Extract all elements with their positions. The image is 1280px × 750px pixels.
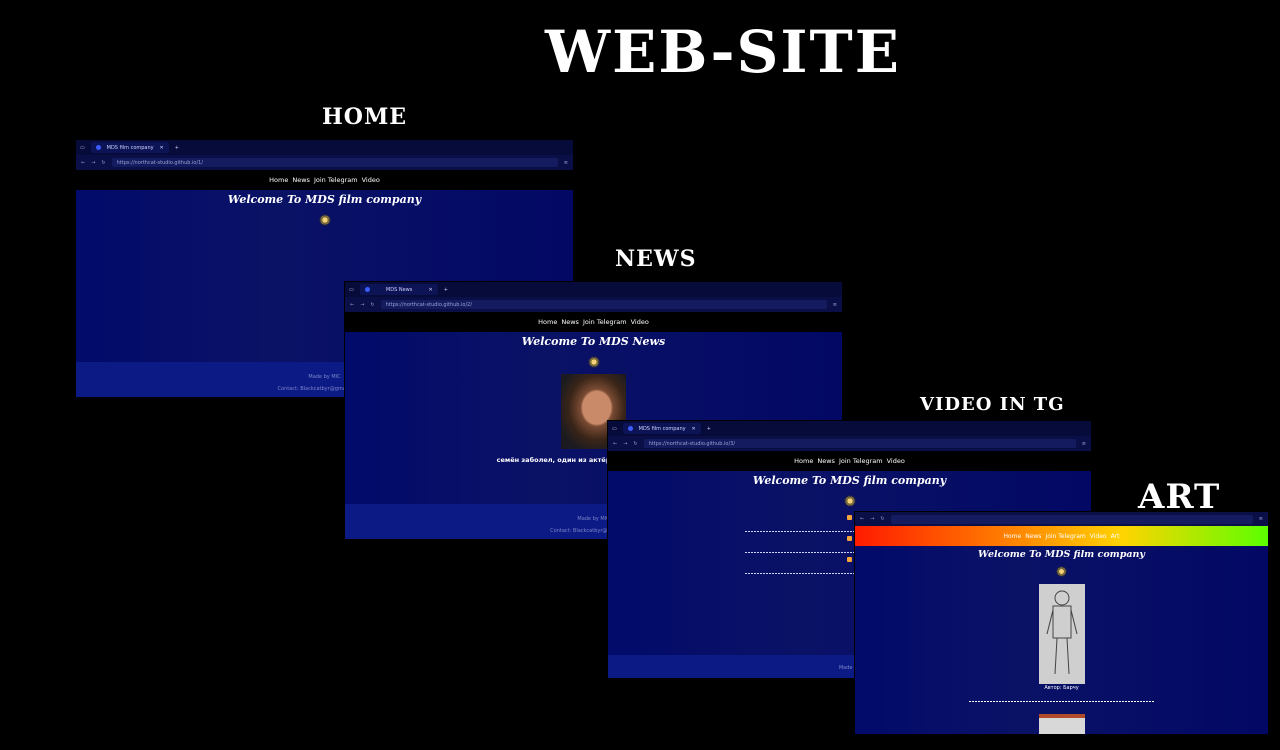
browser-tab[interactable]: MDS film company ✕ [622,423,701,434]
art-caption: Автор: Барчу [1044,685,1079,691]
reload-icon[interactable]: ↻ [101,160,105,166]
forward-icon[interactable]: → [870,516,874,522]
site-navbar: Home News Join Telegram Video [608,451,1091,471]
address-bar[interactable] [890,514,1253,524]
browser-urlbar: ← → ↻ https://northcat-studio.github.io/… [345,297,842,312]
nav-home[interactable]: Home [538,318,557,326]
video-icon [847,557,852,562]
site-content: Welcome To MDS film company Автор: Барчу [855,546,1268,734]
browser-tabbar: ▭ MDS News ✕ + [345,282,842,297]
logo-icon [843,495,856,507]
welcome-title: Welcome To MDS film company [752,474,947,487]
reload-icon[interactable]: ↻ [880,516,884,522]
main-heading: WEB-SITE [545,18,901,86]
site-navbar: Home News Join Telegram Video [345,312,842,332]
nav-telegram[interactable]: Join Telegram [839,457,883,465]
new-tab-icon[interactable]: + [707,426,711,432]
address-bar[interactable]: https://northcat-studio.github.io/3/ [643,439,1076,448]
close-icon[interactable]: ✕ [160,145,164,151]
close-icon[interactable]: ✕ [429,287,433,293]
sidebar-icon[interactable]: ▭ [612,426,617,432]
browser-urlbar: ← → ↻ ≡ [855,512,1268,526]
back-icon[interactable]: ← [860,516,864,522]
art-heading: ART [1138,477,1221,517]
logo-icon [587,356,600,368]
nav-home[interactable]: Home [269,176,288,184]
logo-icon [1056,566,1067,577]
back-icon[interactable]: ← [613,441,617,447]
address-bar[interactable]: https://northcat-studio.github.io/2/ [380,300,827,309]
menu-icon[interactable]: ≡ [1082,441,1086,447]
site-navbar: Home News Join Telegram Video [76,170,573,190]
browser-tabbar: ▭ MDS film company ✕ + [608,421,1091,436]
art-drawing [1038,714,1085,734]
nav-news[interactable]: News [1025,533,1041,540]
back-icon[interactable]: ← [350,302,354,308]
nav-telegram[interactable]: Join Telegram [1045,533,1085,540]
nav-video[interactable]: Video [1090,533,1107,540]
nav-news[interactable]: News [817,457,835,465]
menu-icon[interactable]: ≡ [833,302,837,308]
welcome-title: Welcome To MDS film company [978,549,1145,560]
logo-icon [318,214,331,226]
art-screenshot: ← → ↻ ≡ Home News Join Telegram Video Ar… [855,512,1268,734]
nav-video[interactable]: Video [362,176,380,184]
nav-news[interactable]: News [561,318,579,326]
nav-telegram[interactable]: Join Telegram [314,176,358,184]
close-icon[interactable]: ✕ [692,426,696,432]
reload-icon[interactable]: ↻ [633,441,637,447]
browser-urlbar: ← → ↻ https://northcat-studio.github.io/… [608,436,1091,451]
back-icon[interactable]: ← [81,160,85,166]
nav-home[interactable]: Home [794,457,813,465]
news-heading: NEWS [615,246,697,272]
forward-icon[interactable]: → [91,160,95,166]
new-tab-icon[interactable]: + [444,287,448,293]
favicon-icon [364,287,370,292]
video-heading: VIDEO IN TG [920,394,1065,415]
welcome-title: Welcome To MDS News [521,335,666,348]
reload-icon[interactable]: ↻ [370,302,374,308]
browser-urlbar: ← → ↻ https://northcat-studio.github.io/… [76,155,573,170]
video-icon [847,515,852,520]
nav-news[interactable]: News [292,176,310,184]
nav-home[interactable]: Home [1004,533,1022,540]
nav-art[interactable]: Art [1111,533,1120,540]
address-bar[interactable]: https://northcat-studio.github.io/1/ [111,158,558,167]
art-drawing [1038,584,1085,684]
browser-tabbar: ▭ MDS film company ✕ + [76,140,573,155]
welcome-title: Welcome To MDS film company [227,193,422,206]
nav-telegram[interactable]: Join Telegram [583,318,627,326]
browser-tab[interactable]: MDS News ✕ [359,284,438,295]
home-heading: HOME [322,104,408,130]
sidebar-icon[interactable]: ▭ [349,287,354,293]
tab-title: MDS film company [638,425,686,432]
menu-icon[interactable]: ≡ [564,160,568,166]
forward-icon[interactable]: → [360,302,364,308]
video-icon [847,536,852,541]
nav-video[interactable]: Video [631,318,649,326]
new-tab-icon[interactable]: + [175,145,179,151]
tab-title: MDS News [385,286,413,293]
divider [969,701,1154,702]
tab-title: MDS film company [106,144,154,151]
sidebar-icon[interactable]: ▭ [80,145,85,151]
favicon-icon [95,145,101,150]
site-navbar: Home News Join Telegram Video Art [855,526,1268,546]
browser-tab[interactable]: MDS film company ✕ [90,142,169,153]
forward-icon[interactable]: → [623,441,627,447]
nav-video[interactable]: Video [887,457,905,465]
favicon-icon [627,426,633,431]
menu-icon[interactable]: ≡ [1259,516,1263,522]
